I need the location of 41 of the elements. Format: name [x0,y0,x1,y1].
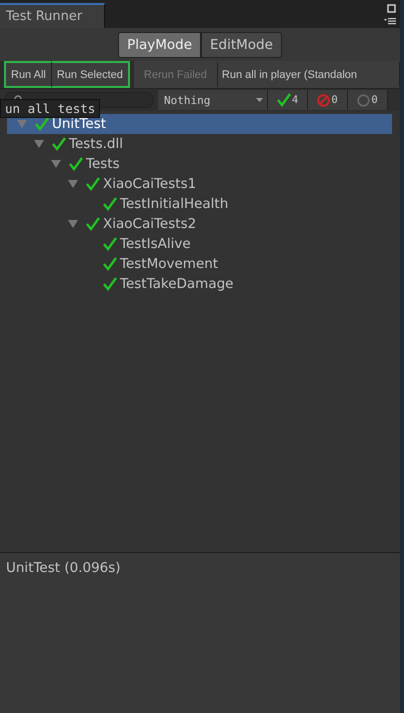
test-name: Tests [86,156,120,172]
result-filter-toggle[interactable]: 0 [348,90,388,110]
tooltip: un all tests [0,99,100,118]
test-name: TestInitialHealth [120,196,228,212]
category-dropdown[interactable]: Nothing [158,90,268,110]
test-name: TestMovement [120,256,218,272]
result-details: UnitTest (0.096s) [6,560,121,576]
tree-row[interactable]: TestMovement [7,254,392,274]
window-title[interactable]: Test Runner [0,3,105,28]
maximize-icon[interactable] [387,4,396,13]
expand-arrow-icon[interactable] [34,140,44,148]
test-name: XiaoCaiTests1 [103,176,196,192]
prohibited-icon [317,94,330,106]
expand-arrow-icon[interactable] [68,220,78,228]
circle-icon [357,94,370,106]
tree-row[interactable]: TestIsAlive [7,234,392,254]
test-name: TestIsAlive [120,236,191,252]
mode-tab[interactable]: PlayMode [118,32,201,58]
toolbar-button[interactable]: Run All [4,61,52,88]
test-name: XiaoCaiTests2 [103,216,196,232]
expand-arrow-icon[interactable] [68,180,78,188]
tree-row[interactable]: UnitTest [7,114,392,134]
tree-row[interactable]: XiaoCaiTests2 [7,214,392,234]
test-name: UnitTest [52,116,106,132]
tree-row[interactable]: Tests.dll [7,134,392,154]
toolbar-button[interactable]: Run all in player (Standalon [218,61,400,88]
test-name: Tests.dll [69,136,123,152]
result-filter-toggle[interactable]: 0 [308,90,348,110]
tree-row[interactable]: XiaoCaiTests1 [7,174,392,194]
mode-tab[interactable]: EditMode [201,32,282,58]
result-filter-toggle[interactable]: 4 [268,90,308,110]
search-icon [13,93,23,99]
tree-row[interactable]: TestInitialHealth [7,194,392,214]
toolbar-button[interactable]: Run Selected [52,61,130,88]
test-name: TestTakeDamage [120,276,234,292]
tree-row[interactable]: TestTakeDamage [7,274,392,294]
tree-row[interactable]: Tests [7,154,392,174]
caret-icon [256,98,263,102]
checkmark-icon [276,93,291,107]
expand-arrow-icon[interactable] [51,160,61,168]
menu-icon[interactable] [384,18,396,25]
